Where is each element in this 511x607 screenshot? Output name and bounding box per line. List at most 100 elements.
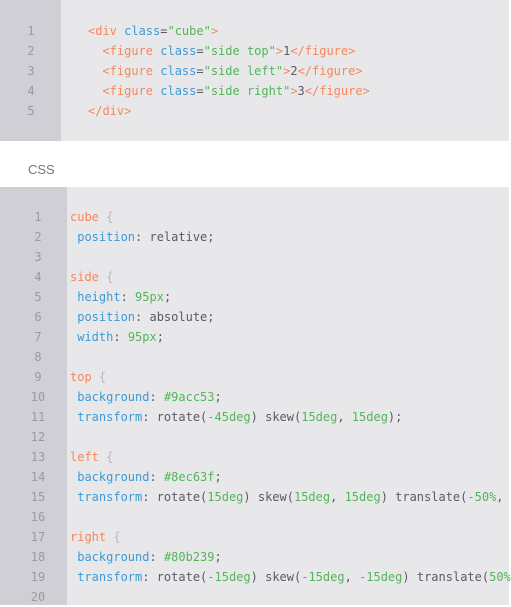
code-token: :	[113, 330, 128, 344]
code-line: </div>	[88, 101, 131, 121]
code-token: :	[149, 390, 164, 404]
code-token: {	[113, 530, 121, 544]
line-number: 1	[34, 210, 42, 224]
code-token: ,	[330, 490, 345, 504]
code-line: position: absolute;	[70, 307, 215, 327]
line-number: 17	[30, 530, 46, 544]
code-token: <figure	[88, 64, 161, 78]
code-token: 50%	[489, 570, 511, 584]
code-token: :	[120, 290, 136, 304]
code-token: </div>	[88, 104, 132, 118]
code-token: 15deg	[301, 410, 338, 424]
code-token: background	[70, 470, 150, 484]
code-token: position	[70, 230, 136, 244]
code-token: ,	[337, 410, 352, 424]
css-section-label: CSS	[28, 162, 55, 177]
line-number: 3	[27, 64, 35, 78]
code-line: transform: rotate(-45deg) skew(15deg, 15…	[70, 407, 402, 427]
code-token: <figure	[88, 84, 161, 98]
code-token: :	[149, 550, 164, 564]
code-token: 95px	[127, 330, 157, 344]
line-number: 10	[30, 390, 46, 404]
code-token: ;	[163, 290, 172, 304]
code-line: <figure class="side right">3</figure>	[88, 81, 370, 101]
line-number: 15	[30, 490, 46, 504]
code-token: background	[70, 390, 150, 404]
line-number: 9	[34, 370, 42, 384]
line-number: 18	[30, 550, 46, 564]
code-token: >	[210, 24, 219, 38]
code-token: class	[160, 44, 197, 58]
code-token: <div	[88, 24, 125, 38]
code-line: height: 95px;	[70, 287, 171, 307]
line-number: 7	[34, 330, 42, 344]
code-token: class	[160, 64, 197, 78]
css-code-panel: 1 cube {2 position: relative; 3 4 side {5 he…	[0, 187, 511, 605]
code-token: ) skew(	[250, 410, 302, 424]
code-line: <div class="cube">	[88, 21, 218, 41]
code-token: right	[70, 530, 114, 544]
code-token: 15deg	[351, 410, 388, 424]
code-token: class	[124, 24, 161, 38]
code-token: =	[196, 44, 204, 58]
code-token: );	[387, 410, 403, 424]
code-token: {	[106, 450, 114, 464]
code-token: transform	[70, 490, 143, 504]
line-number: 13	[30, 450, 46, 464]
code-token: 15deg	[344, 490, 381, 504]
code-token: ) translate(	[402, 570, 490, 584]
code-token: -15deg	[359, 570, 403, 584]
line-number: 20	[30, 590, 46, 604]
code-token: </figure>	[297, 64, 363, 78]
code-token: : rotate(	[142, 570, 208, 584]
code-token: side	[70, 270, 107, 284]
code-token: ,	[496, 490, 504, 504]
code-line: width: 95px;	[70, 327, 164, 347]
code-token: ) skew(	[243, 490, 294, 504]
code-token: #80b239	[163, 550, 215, 564]
code-line: background: #80b239;	[70, 547, 222, 567]
line-number: 16	[30, 510, 46, 524]
code-token: -45deg	[207, 410, 251, 424]
code-line: position: relative;	[70, 227, 214, 247]
code-token: left	[70, 450, 107, 464]
code-token: ;	[214, 470, 222, 484]
code-token: =	[196, 64, 204, 78]
code-token: 15deg	[207, 490, 244, 504]
code-line: <figure class="side top">1</figure>	[88, 41, 355, 61]
html-code-panel: 1 <div class="cube"> 2 <figure class="side…	[0, 0, 511, 141]
code-token: ;	[214, 390, 222, 404]
code-token: {	[106, 210, 114, 224]
code-token: : absolute;	[135, 310, 215, 324]
code-token: :	[149, 470, 164, 484]
code-token: {	[106, 270, 114, 284]
code-token: -15deg	[301, 570, 345, 584]
code-token: top	[70, 370, 99, 384]
code-token: #8ec63f	[163, 470, 215, 484]
code-line: background: #9acc53;	[70, 387, 222, 407]
line-number: 5	[34, 290, 42, 304]
code-token: >	[290, 84, 298, 98]
code-token: #9acc53	[163, 390, 215, 404]
code-token: 2	[290, 64, 298, 78]
code-token: width	[70, 330, 114, 344]
code-token: transform	[70, 570, 143, 584]
code-token: cube	[70, 210, 107, 224]
line-number: 6	[34, 310, 42, 324]
code-token: ;	[156, 330, 164, 344]
code-token: 15deg	[293, 490, 331, 504]
code-token: ;	[214, 550, 222, 564]
code-token: position	[70, 310, 136, 324]
code-token: : rotate(	[142, 410, 208, 424]
code-line: transform: rotate(15deg) skew(15deg, 15d…	[70, 487, 504, 507]
code-line: background: #8ec63f;	[70, 467, 222, 487]
line-number: 5	[27, 104, 35, 118]
line-number: 2	[34, 230, 42, 244]
code-line: left {	[70, 447, 113, 467]
line-number: 4	[27, 84, 35, 98]
code-line: cube {	[70, 207, 113, 227]
code-token: </figure>	[304, 84, 370, 98]
code-token: 3	[297, 84, 305, 98]
code-line: <figure class="side left">2</figure>	[88, 61, 363, 81]
code-token: -50%	[467, 490, 497, 504]
